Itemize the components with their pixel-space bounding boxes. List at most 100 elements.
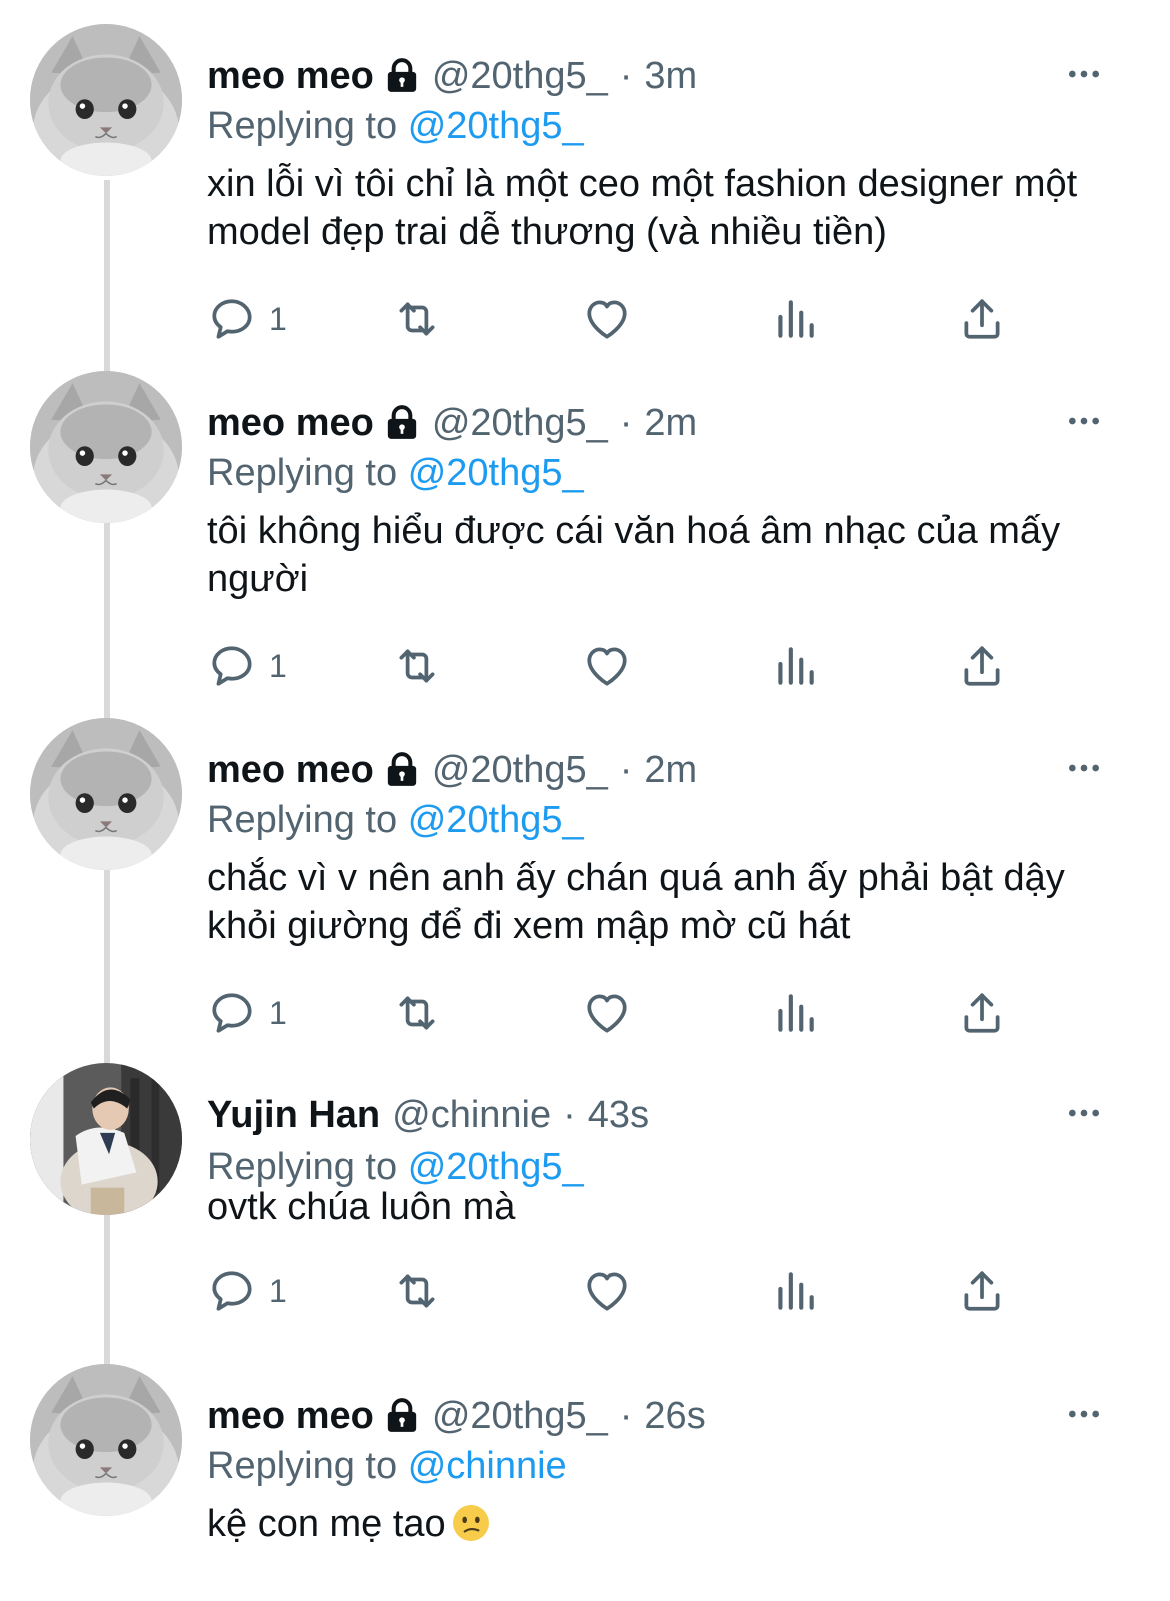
person-avatar[interactable]: [30, 1063, 182, 1215]
reply-icon: [207, 294, 257, 344]
views-button[interactable]: [770, 1261, 820, 1321]
handle[interactable]: @20thg5_: [432, 48, 608, 104]
display-name[interactable]: meo meo: [207, 742, 374, 798]
tweet-header: meo meo @20thg5_ · 2m: [207, 395, 697, 451]
views-icon: [770, 294, 820, 344]
display-name[interactable]: Yujin Han: [207, 1087, 380, 1143]
action-bar: 1: [207, 983, 1037, 1043]
tweet[interactable]: meo meo @20thg5_ · 3m Replying to @20thg…: [0, 24, 1170, 370]
tweet[interactable]: meo meo @20thg5_ · 26s Replying to @chin…: [0, 1364, 1170, 1601]
mention-link[interactable]: @chinnie: [408, 1445, 567, 1487]
action-bar: 1: [207, 1261, 1037, 1321]
replying-label: Replying to: [207, 105, 398, 147]
heart-icon: [582, 988, 632, 1038]
retweet-button[interactable]: [392, 636, 442, 696]
display-name[interactable]: meo meo: [207, 395, 374, 451]
more-icon[interactable]: [1064, 401, 1104, 441]
tweet-text: xin lỗi vì tôi chỉ là một ceo một fashio…: [207, 163, 1078, 253]
share-button[interactable]: [957, 636, 1007, 696]
timestamp[interactable]: 2m: [644, 395, 697, 451]
reply-icon: [207, 1266, 257, 1316]
replying-to: Replying to @20thg5_: [207, 98, 584, 154]
reply-count: 1: [269, 994, 287, 1031]
retweet-icon: [392, 988, 442, 1038]
heart-icon: [582, 641, 632, 691]
retweet-button[interactable]: [392, 289, 442, 349]
tweet-header: meo meo @20thg5_ · 26s: [207, 1388, 706, 1444]
confused-face-emoji: [452, 1504, 490, 1542]
mention-link[interactable]: @20thg5_: [408, 105, 584, 147]
tweet-text: ovtk chúa luôn mà: [207, 1186, 516, 1228]
retweet-icon: [392, 1266, 442, 1316]
more-icon[interactable]: [1064, 54, 1104, 94]
views-icon: [770, 641, 820, 691]
replying-to: Replying to @20thg5_: [207, 445, 584, 501]
share-icon: [957, 641, 1007, 691]
share-button[interactable]: [957, 289, 1007, 349]
action-bar: 1: [207, 636, 1037, 696]
cat-avatar[interactable]: [30, 718, 182, 870]
tweet-text: kệ con mẹ tao: [207, 1500, 1107, 1548]
views-icon: [770, 1266, 820, 1316]
separator: ·: [563, 1094, 576, 1136]
cat-avatar[interactable]: [30, 1364, 182, 1516]
reply-button[interactable]: 1: [207, 636, 287, 696]
views-button[interactable]: [770, 983, 820, 1043]
like-button[interactable]: [582, 983, 632, 1043]
replying-to: Replying to @chinnie: [207, 1438, 567, 1494]
more-icon[interactable]: [1064, 748, 1104, 788]
more-icon[interactable]: [1064, 1394, 1104, 1434]
timestamp[interactable]: 3m: [644, 48, 697, 104]
tweet-text: tôi không hiểu được cái văn hoá âm nhạc …: [207, 510, 1061, 600]
views-button[interactable]: [770, 289, 820, 349]
share-button[interactable]: [957, 983, 1007, 1043]
separator: ·: [619, 1395, 633, 1437]
mention-link[interactable]: @20thg5_: [408, 799, 584, 841]
tweet[interactable]: meo meo @20thg5_ · 2m Replying to @20thg…: [0, 718, 1170, 1064]
separator: ·: [619, 55, 633, 97]
separator: ·: [619, 749, 633, 791]
views-button[interactable]: [770, 636, 820, 696]
timestamp[interactable]: 43s: [588, 1087, 649, 1143]
reply-count: 1: [269, 647, 287, 684]
reply-button[interactable]: 1: [207, 289, 287, 349]
tweet-header: meo meo @20thg5_ · 3m: [207, 48, 697, 104]
replying-label: Replying to: [207, 1445, 398, 1487]
display-name[interactable]: meo meo: [207, 1388, 374, 1444]
like-button[interactable]: [582, 636, 632, 696]
lock-icon: [382, 56, 422, 96]
like-button[interactable]: [582, 1261, 632, 1321]
display-name[interactable]: meo meo: [207, 48, 374, 104]
retweet-button[interactable]: [392, 983, 442, 1043]
reply-button[interactable]: 1: [207, 983, 287, 1043]
timestamp[interactable]: 26s: [644, 1388, 705, 1444]
handle[interactable]: @20thg5_: [432, 1388, 608, 1444]
retweet-button[interactable]: [392, 1261, 442, 1321]
reply-icon: [207, 641, 257, 691]
tweet[interactable]: Yujin Han @chinnie · 43s Replying to @20…: [0, 1063, 1170, 1363]
share-button[interactable]: [957, 1261, 1007, 1321]
more-icon[interactable]: [1064, 1093, 1104, 1133]
reply-icon: [207, 988, 257, 1038]
tweet-text-content: kệ con mẹ tao: [207, 1503, 446, 1545]
reply-button[interactable]: 1: [207, 1261, 287, 1321]
share-icon: [957, 988, 1007, 1038]
cat-avatar[interactable]: [30, 24, 182, 176]
retweet-icon: [392, 294, 442, 344]
like-button[interactable]: [582, 289, 632, 349]
mention-link[interactable]: @20thg5_: [408, 1146, 584, 1188]
share-icon: [957, 294, 1007, 344]
handle[interactable]: @chinnie: [392, 1087, 551, 1143]
share-icon: [957, 1266, 1007, 1316]
handle[interactable]: @20thg5_: [432, 742, 608, 798]
replying-label: Replying to: [207, 799, 398, 841]
cat-avatar[interactable]: [30, 371, 182, 523]
replying-label: Replying to: [207, 1146, 398, 1188]
mention-link[interactable]: @20thg5_: [408, 452, 584, 494]
lock-icon: [382, 1396, 422, 1436]
tweet[interactable]: meo meo @20thg5_ · 2m Replying to @20thg…: [0, 371, 1170, 717]
replying-to: Replying to @20thg5_: [207, 792, 584, 848]
lock-icon: [382, 750, 422, 790]
handle[interactable]: @20thg5_: [432, 395, 608, 451]
timestamp[interactable]: 2m: [644, 742, 697, 798]
